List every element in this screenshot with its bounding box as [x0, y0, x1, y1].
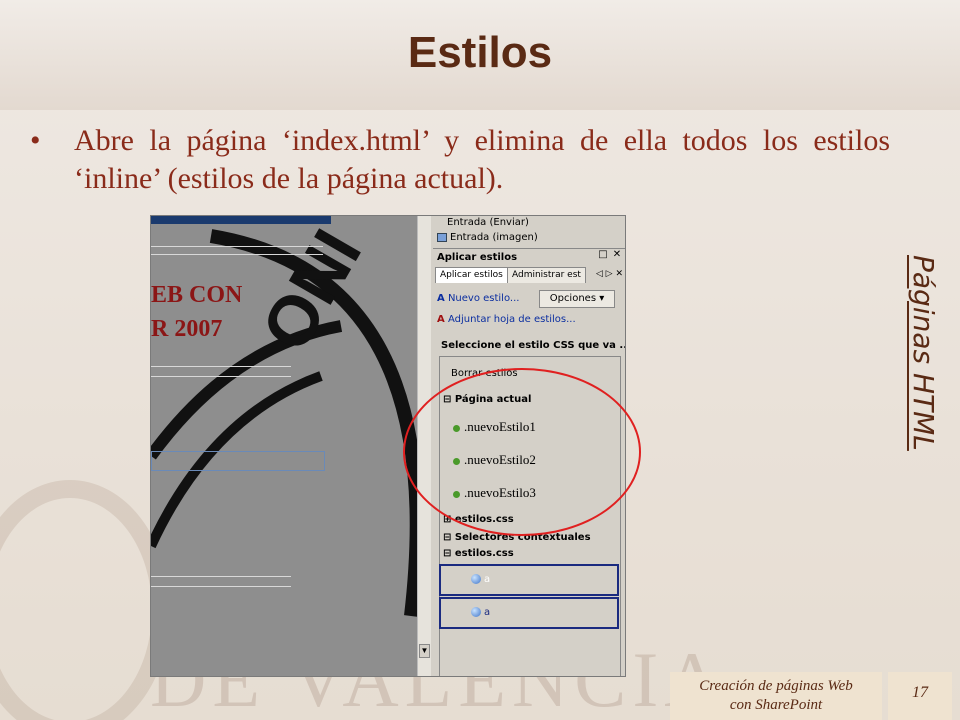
select-style-prompt: Seleccione el estilo CSS que va ... [441, 340, 626, 351]
footer-course-title: Creación de páginas Web con SharePoint [670, 672, 882, 720]
selector-label: a [484, 607, 491, 618]
canvas-placeholder-box [151, 451, 325, 471]
canvas-rule [151, 366, 291, 367]
selector-item-1[interactable]: a [439, 564, 619, 596]
canvas-heading-line1: EB CON [151, 282, 243, 308]
footer-line-1: Creación de páginas Web [699, 678, 853, 694]
selector-item-content: a [471, 574, 490, 585]
section-side-label: Páginas HTML [907, 255, 940, 451]
attach-stylesheet-icon: A [437, 314, 445, 325]
panel-tab-strip: Aplicar estilos Administrar est ◁ ▷ ✕ [433, 267, 625, 284]
collapse-icon[interactable]: ⊟ [443, 532, 451, 543]
toolbox-item-image[interactable]: Entrada (imagen) [433, 230, 625, 246]
maximize-icon[interactable]: □ [597, 249, 609, 261]
chevron-down-icon: ▾ [599, 293, 605, 304]
svg-text:ONI: ONI [246, 217, 376, 364]
slide-title: Estilos [407, 28, 553, 77]
options-label: Opciones [549, 293, 597, 304]
canvas-rule [151, 254, 323, 255]
canvas-rule [151, 246, 323, 247]
canvas-heading-line2: R 2007 [151, 316, 223, 342]
group-label: estilos.css [454, 548, 514, 559]
bullet-dot: • [30, 124, 41, 157]
selector-label: a [484, 574, 491, 585]
collapse-icon[interactable]: ⊟ [443, 548, 451, 559]
highlight-circle [403, 368, 641, 536]
tab-scroll-close-icon[interactable]: ◁ ▷ ✕ [596, 269, 623, 279]
options-dropdown[interactable]: Opciones ▾ [539, 290, 615, 308]
tab-apply-styles[interactable]: Aplicar estilos [435, 267, 508, 283]
selector-icon [471, 574, 481, 584]
bullet-text: Abre la página ‘index.html’ y elimina de… [74, 124, 890, 195]
canvas-rule [151, 376, 291, 377]
new-style-row: A Nuevo estilo... Opciones ▾ [433, 288, 625, 310]
tab-manage-styles[interactable]: Administrar est [507, 267, 586, 283]
close-icon[interactable]: ✕ [611, 249, 623, 261]
selector-item-content: a [471, 607, 490, 618]
selector-item-2[interactable]: a [439, 597, 619, 629]
design-canvas: ONI EB CON R 2007 [151, 216, 417, 676]
toolbox-item-label: Entrada (imagen) [450, 232, 538, 243]
scroll-down-icon[interactable]: ▼ [419, 644, 430, 658]
group-estilos-css-2[interactable]: ⊟ estilos.css [433, 546, 625, 562]
page-number: 17 [888, 672, 952, 720]
image-input-icon [437, 232, 447, 242]
new-style-link[interactable]: Nuevo estilo... [448, 293, 520, 304]
new-style-icon: A [437, 293, 445, 304]
attach-stylesheet-row: A Adjuntar hoja de estilos... [433, 312, 625, 328]
toolbox-item-submit[interactable]: Entrada (Enviar) [433, 216, 625, 230]
apply-styles-titlebar: Aplicar estilos □ ✕ [433, 248, 625, 266]
toolbox-item-label: Entrada (Enviar) [447, 217, 529, 228]
canvas-rule [151, 576, 291, 577]
bullet-item: • Abre la página ‘index.html’ y elimina … [30, 122, 890, 198]
panel-title: Aplicar estilos [437, 252, 518, 263]
selector-icon [471, 607, 481, 617]
university-seal-watermark [0, 480, 170, 720]
canvas-rule [151, 586, 291, 587]
attach-stylesheet-link[interactable]: Adjuntar hoja de estilos... [448, 314, 576, 325]
footer-line-2: con SharePoint [729, 697, 823, 713]
